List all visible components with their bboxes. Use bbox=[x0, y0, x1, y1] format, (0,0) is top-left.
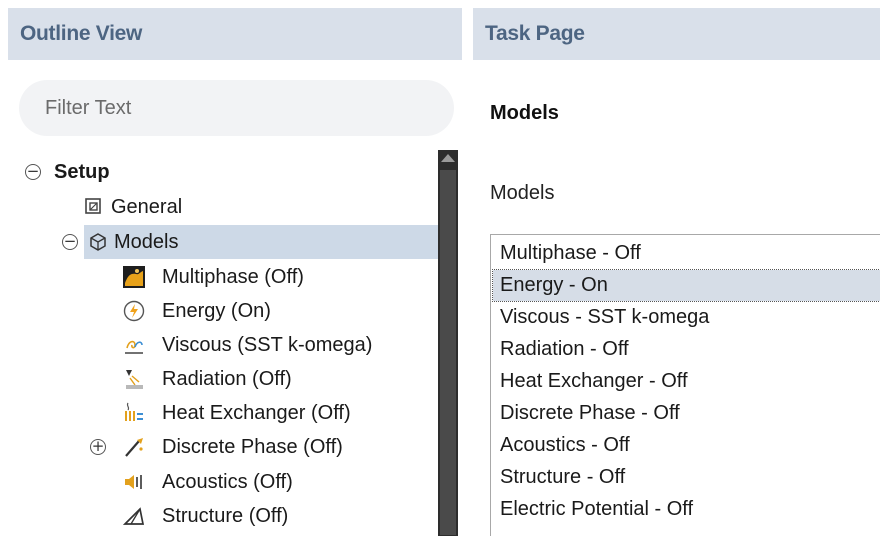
multiphase-icon bbox=[123, 266, 145, 288]
list-item-structure[interactable]: Structure - Off bbox=[500, 462, 625, 493]
list-item-multiphase[interactable]: Multiphase - Off bbox=[500, 238, 641, 269]
models-list-label: Models bbox=[490, 182, 555, 204]
tree-item-structure[interactable]: Structure (Off) bbox=[122, 499, 432, 533]
task-page-panel: Task Page Models Models Multiphase - Off… bbox=[473, 8, 880, 536]
viscous-icon bbox=[125, 340, 143, 354]
tree-item-label: General bbox=[111, 196, 183, 218]
outline-view-title: Outline View bbox=[8, 8, 462, 60]
list-item-radiation[interactable]: Radiation - Off bbox=[500, 334, 629, 365]
outline-view-panel: Outline View − Setup General − Models bbox=[8, 8, 462, 536]
tree-item-label: Radiation (Off) bbox=[162, 368, 292, 390]
list-item-heat-exchanger[interactable]: Heat Exchanger - Off bbox=[500, 366, 688, 397]
list-item-viscous[interactable]: Viscous - SST k-omega bbox=[500, 302, 709, 333]
list-item-acoustics[interactable]: Acoustics - Off bbox=[500, 430, 630, 461]
tree-scrollbar[interactable] bbox=[438, 150, 458, 536]
energy-icon bbox=[123, 300, 145, 322]
tree-item-label: Structure (Off) bbox=[162, 505, 289, 527]
tree-item-label: Setup bbox=[54, 161, 110, 183]
task-page-title: Task Page bbox=[473, 8, 880, 60]
tree-item-viscous[interactable]: Viscous (SST k-omega) bbox=[122, 328, 432, 362]
list-item-energy[interactable]: Energy - On bbox=[492, 269, 880, 302]
acoustics-icon bbox=[125, 475, 142, 489]
tree-item-label: Discrete Phase (Off) bbox=[162, 436, 343, 458]
heat-exchanger-icon bbox=[125, 402, 143, 421]
expand-icon[interactable]: + bbox=[90, 439, 106, 455]
outline-tree: − Setup General − Models Multiphase (Off… bbox=[8, 148, 438, 536]
filter-text-input[interactable] bbox=[19, 80, 454, 136]
tree-item-general[interactable]: General bbox=[83, 190, 433, 224]
tree-item-discrete-phase[interactable]: + Discrete Phase (Off) bbox=[90, 430, 432, 464]
tree-item-label: Heat Exchanger (Off) bbox=[162, 402, 351, 424]
tree-item-label: Viscous (SST k-omega) bbox=[162, 334, 373, 356]
tree-item-label: Models bbox=[114, 231, 179, 253]
structure-icon bbox=[123, 507, 145, 525]
tree-item-label: Acoustics (Off) bbox=[162, 471, 293, 493]
tree-item-models[interactable]: − Models bbox=[62, 225, 438, 259]
general-icon bbox=[85, 198, 101, 214]
tree-item-acoustics[interactable]: Acoustics (Off) bbox=[122, 465, 432, 499]
list-item-discrete-phase[interactable]: Discrete Phase - Off bbox=[500, 398, 680, 429]
discrete-phase-icon bbox=[125, 438, 143, 457]
collapse-icon[interactable]: − bbox=[62, 234, 78, 250]
tree-item-label: Multiphase (Off) bbox=[162, 266, 304, 288]
radiation-icon bbox=[126, 370, 143, 389]
models-listbox[interactable]: Multiphase - Off Energy - On Viscous - S… bbox=[490, 234, 880, 536]
tree-item-radiation[interactable]: Radiation (Off) bbox=[122, 362, 432, 396]
scroll-up-arrow-icon[interactable] bbox=[441, 154, 455, 162]
tree-item-energy[interactable]: Energy (On) bbox=[122, 294, 432, 328]
tree-item-label: Energy (On) bbox=[162, 300, 271, 322]
list-item-electric-potential[interactable]: Electric Potential - Off bbox=[500, 494, 693, 525]
tree-item-multiphase[interactable]: Multiphase (Off) bbox=[122, 260, 432, 294]
models-icon bbox=[90, 233, 106, 251]
collapse-icon[interactable]: − bbox=[25, 164, 41, 180]
page-heading: Models bbox=[490, 102, 559, 124]
scrollbar-thumb[interactable] bbox=[440, 170, 456, 535]
tree-item-setup[interactable]: − Setup bbox=[22, 155, 432, 189]
tree-item-heat-exchanger[interactable]: Heat Exchanger (Off) bbox=[122, 396, 432, 430]
